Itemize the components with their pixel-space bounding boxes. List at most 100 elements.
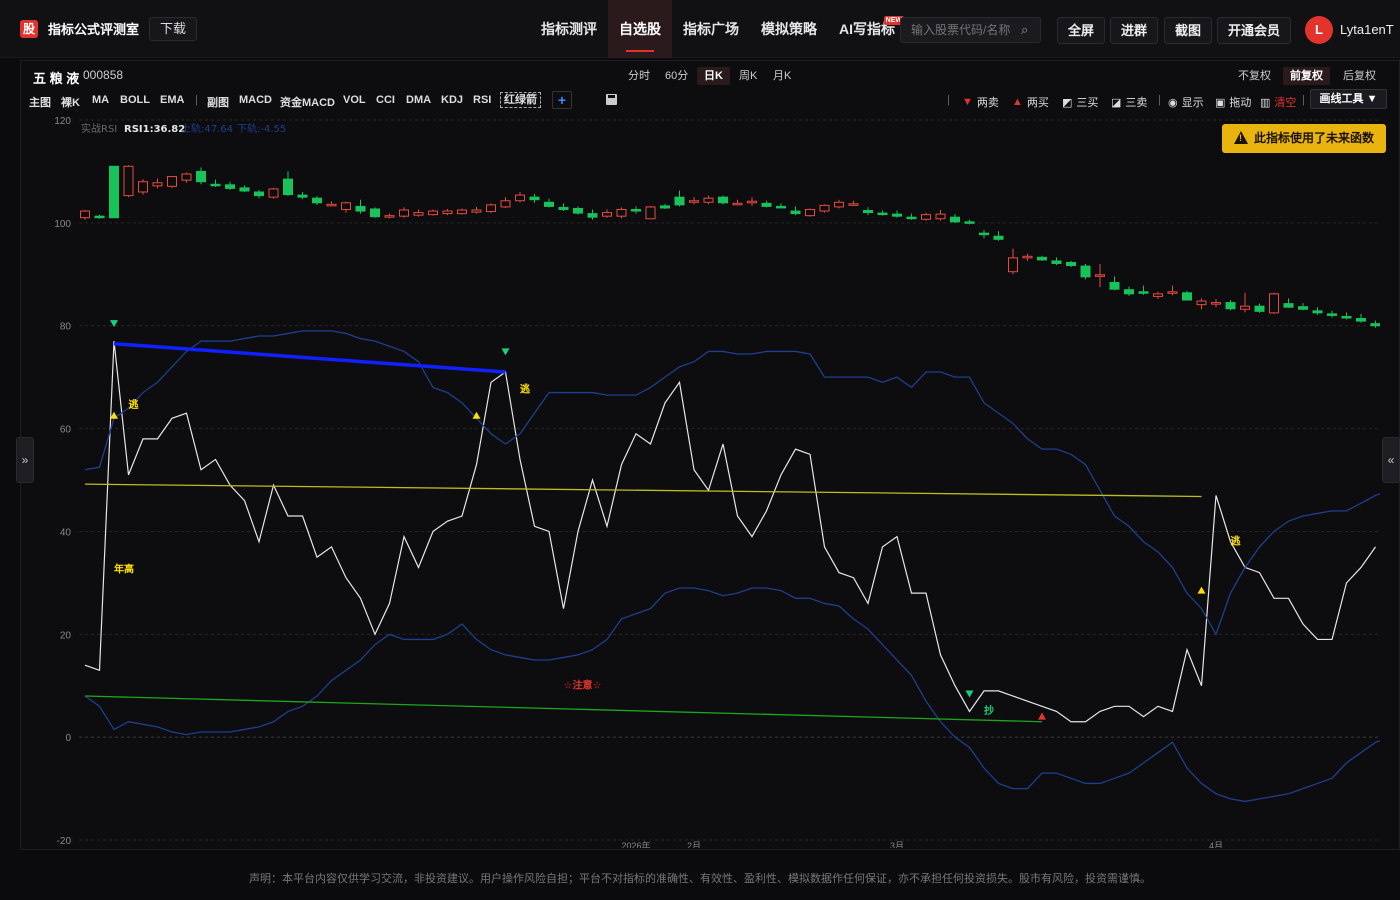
- indicator-main[interactable]: 主图: [29, 94, 51, 110]
- candle-body: [805, 208, 815, 217]
- indicator-red-green-arrow[interactable]: 红绿箭: [500, 92, 541, 108]
- indicator-fund-macd[interactable]: 资金MACD: [280, 94, 335, 110]
- indicator-rsi[interactable]: RSI: [473, 94, 491, 106]
- tool-two-sell[interactable]: ▼ 两卖: [962, 94, 999, 110]
- tool-two-buy[interactable]: ▲ 两买: [1012, 94, 1049, 110]
- candle-body: [979, 232, 989, 236]
- candle: [1066, 260, 1076, 268]
- indicator-dma[interactable]: DMA: [406, 94, 431, 106]
- candle-body: [94, 215, 105, 219]
- clear-label: 清空: [1274, 97, 1297, 109]
- period-daily[interactable]: 日K: [697, 67, 730, 85]
- tool-three-sell[interactable]: ◪ 三卖: [1111, 94, 1147, 110]
- lower-band-line: [84, 587, 1380, 803]
- nav-ai-indicator[interactable]: AI写指标 NEW: [828, 0, 906, 58]
- stock-name: 五 粮 液: [33, 71, 80, 86]
- indicator-cci[interactable]: CCI: [376, 94, 395, 106]
- indicator-boll[interactable]: BOLL: [120, 94, 150, 106]
- candle: [573, 206, 583, 215]
- candle: [587, 209, 598, 220]
- join-group-button[interactable]: 进群: [1110, 17, 1159, 44]
- nav-simulated-strategy[interactable]: 模拟策略: [750, 0, 828, 58]
- tool-clear[interactable]: ▥ 清空: [1260, 94, 1296, 110]
- candle-body: [950, 216, 960, 223]
- candle-body: [1298, 306, 1308, 310]
- nav-indicator-square[interactable]: 指标广场: [672, 0, 750, 58]
- candle-body: [486, 204, 496, 213]
- candle-body: [892, 213, 902, 217]
- tool-drag[interactable]: ▣ 拖动: [1215, 94, 1251, 110]
- candle: [196, 167, 206, 185]
- candle: [993, 231, 1004, 241]
- nav-watchlist[interactable]: 自选股: [608, 0, 672, 58]
- candle: [631, 206, 641, 214]
- app-logo[interactable]: 股 指标公式评测室: [20, 19, 139, 38]
- candle-body: [761, 202, 772, 207]
- candle-body: [674, 196, 685, 206]
- lock-icon: ▣: [1215, 96, 1226, 109]
- candle: [558, 203, 569, 212]
- candle-body: [906, 216, 917, 220]
- period-weekly[interactable]: 周K: [732, 67, 764, 85]
- candle: [442, 208, 453, 216]
- indicator-sub[interactable]: 副图: [207, 94, 229, 110]
- candle: [761, 200, 772, 208]
- nav-indicator-review[interactable]: 指标测评: [530, 0, 608, 58]
- candle-body: [732, 202, 743, 206]
- avatar[interactable]: L: [1305, 16, 1333, 44]
- candle-body: [1022, 255, 1033, 259]
- candle: [1167, 285, 1178, 296]
- indicator-kdj[interactable]: KDJ: [441, 94, 463, 106]
- adjust-none[interactable]: 不复权: [1231, 67, 1278, 85]
- save-icon[interactable]: [606, 94, 617, 105]
- candle-body: [602, 212, 612, 217]
- upper-band-line: [84, 330, 1380, 636]
- tool-three-buy[interactable]: ◩ 三买: [1062, 94, 1098, 110]
- period-monthly[interactable]: 月K: [766, 67, 798, 85]
- signal-annotation: 逃: [520, 383, 531, 396]
- candle: [1196, 298, 1207, 310]
- period-60min[interactable]: 60分: [658, 67, 695, 85]
- candle-body: [645, 206, 656, 220]
- indicator-ma[interactable]: MA: [92, 94, 109, 106]
- indicator-bare-k[interactable]: 裸K: [61, 94, 80, 110]
- stock-search-input[interactable]: [900, 17, 1041, 43]
- candle-body: [1254, 305, 1265, 312]
- drawing-tools-button[interactable]: 画线工具 ▼: [1310, 89, 1387, 109]
- indicator-ema[interactable]: EMA: [160, 94, 184, 106]
- candle-body: [863, 210, 873, 214]
- candle-body: [877, 212, 888, 216]
- candle-body: [1240, 305, 1250, 310]
- candle-body: [718, 196, 728, 204]
- signal-annotation: 抄: [984, 704, 994, 717]
- search-icon[interactable]: ⌕: [1021, 22, 1028, 38]
- show-label: 显示: [1181, 97, 1204, 109]
- tool-show[interactable]: ◉ 显示: [1168, 94, 1204, 110]
- fullscreen-button[interactable]: 全屏: [1057, 17, 1106, 44]
- indicator-vol[interactable]: VOL: [343, 94, 366, 106]
- candle: [616, 207, 627, 219]
- candle: [1211, 298, 1221, 308]
- add-indicator-button[interactable]: +: [552, 91, 572, 109]
- candle-body: [109, 165, 119, 219]
- period-minute[interactable]: 分时: [621, 67, 657, 85]
- download-button[interactable]: 下载: [149, 16, 198, 41]
- screenshot-button[interactable]: 截图: [1164, 17, 1213, 44]
- indicator-macd[interactable]: MACD: [239, 94, 272, 106]
- candle: [1356, 313, 1366, 323]
- candle-body: [167, 176, 177, 187]
- expand-right-button[interactable]: «: [1382, 437, 1400, 483]
- green-trend-line: [84, 695, 1043, 723]
- candle: [979, 230, 989, 239]
- username[interactable]: Lyta1enT: [1340, 22, 1394, 37]
- candle: [529, 194, 540, 203]
- membership-button[interactable]: 开通会员: [1217, 17, 1292, 44]
- logo-badge-icon: 股: [20, 19, 38, 38]
- candle-body: [1370, 323, 1380, 327]
- adjust-forward[interactable]: 前复权: [1283, 67, 1330, 85]
- adjust-backward[interactable]: 后复权: [1336, 67, 1383, 85]
- candle: [1182, 290, 1192, 301]
- legend-lower-value: 下轨:-4.55: [237, 122, 286, 135]
- candle-body: [268, 188, 279, 198]
- candle-body: [1356, 318, 1366, 322]
